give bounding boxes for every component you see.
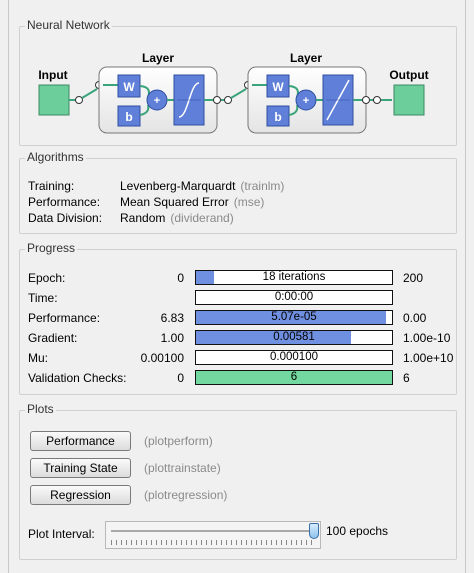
progress-bar: 0.00581 xyxy=(195,330,393,345)
plot-interval-slider[interactable] xyxy=(105,521,321,549)
plot-interval-label: Plot Interval: xyxy=(28,527,95,541)
nntool-window: Neural Network Input Layer W b + Layer W… xyxy=(8,0,466,573)
layer-1-label: Layer xyxy=(142,51,174,65)
svg-text:W: W xyxy=(272,80,284,94)
input-label: Input xyxy=(38,68,67,82)
svg-text:b: b xyxy=(274,110,281,124)
slider-ticks xyxy=(111,540,315,545)
algorithms-title: Algorithms xyxy=(25,150,86,164)
svg-text:W: W xyxy=(123,80,135,94)
network-diagram: Input Layer W b + Layer W b + Output xyxy=(38,51,429,134)
plot-interval-value: 100 epochs xyxy=(326,524,389,538)
progress-bar: 18 iterations xyxy=(195,270,393,285)
input-node xyxy=(38,84,70,116)
algorithm-value: Random (dividerand) xyxy=(120,210,234,226)
output-label: Output xyxy=(389,68,428,82)
progress-bar-text: 0:00:00 xyxy=(274,291,314,303)
plot-function-name: (plottrainstate) xyxy=(144,461,221,475)
plot-training-state-button[interactable]: Training State xyxy=(30,458,131,478)
algorithm-name: Random xyxy=(120,211,166,225)
progress-label: Performance: xyxy=(28,311,101,325)
svg-text:+: + xyxy=(154,95,160,107)
algorithm-label: Performance: xyxy=(28,195,101,209)
slider-thumb[interactable] xyxy=(309,523,319,539)
algorithm-value: Levenberg-Marquardt (trainlm) xyxy=(120,178,284,194)
progress-start-value: 6.83 xyxy=(160,311,184,325)
plot-function-name: (plotregression) xyxy=(144,488,228,502)
progress-start-value: 0.00100 xyxy=(140,351,184,365)
progress-end-value: 200 xyxy=(403,271,424,285)
progress-bar-text: 5.07e-05 xyxy=(271,311,317,323)
neural-network-panel: Neural Network Input Layer W b + Layer W… xyxy=(19,18,457,146)
progress-title: Progress xyxy=(25,241,78,255)
algorithm-label: Data Division: xyxy=(28,211,103,225)
progress-bar-text: 0.000100 xyxy=(270,351,318,363)
svg-text:b: b xyxy=(125,110,132,124)
plot-performance-button[interactable]: Performance xyxy=(30,431,131,451)
progress-end-value: 1.00e+10 xyxy=(403,351,454,365)
progress-bar-text: 6 xyxy=(290,371,298,383)
progress-label: Gradient: xyxy=(28,331,78,345)
svg-text:+: + xyxy=(303,95,309,107)
progress-bar: 0:00:00 xyxy=(195,290,393,305)
progress-label: Time: xyxy=(28,291,58,305)
progress-bar-text: 0.00581 xyxy=(273,331,315,343)
progress-start-value: 0 xyxy=(177,271,184,285)
algorithm-code: (dividerand) xyxy=(170,211,234,225)
plots-panel: Plots Performance (plotperform) Training S… xyxy=(19,402,457,560)
layer-2-label: Layer xyxy=(290,51,322,65)
algorithm-value: Mean Squared Error (mse) xyxy=(120,194,264,210)
progress-end-value: 0.00 xyxy=(403,311,427,325)
output-node xyxy=(393,84,425,116)
algorithm-name: Levenberg-Marquardt xyxy=(120,179,236,193)
algorithms-panel: Algorithms Training: Levenberg-Marquardt (… xyxy=(19,150,457,234)
progress-label: Mu: xyxy=(28,351,49,365)
algorithm-label: Training: xyxy=(28,179,75,193)
progress-bar: 6 xyxy=(195,370,393,385)
progress-end-value: 1.00e-10 xyxy=(403,331,451,345)
progress-bar: 0.000100 xyxy=(195,350,393,365)
algorithm-code: (mse) xyxy=(233,195,265,209)
progress-start-value: 1.00 xyxy=(160,331,184,345)
slider-track xyxy=(111,530,315,532)
algorithm-name: Mean Squared Error xyxy=(120,195,229,209)
progress-label: Validation Checks: xyxy=(28,371,127,385)
progress-end-value: 6 xyxy=(403,371,410,385)
plot-regression-button[interactable]: Regression xyxy=(30,485,131,505)
progress-bar-text: 18 iterations xyxy=(262,271,326,283)
plot-function-name: (plotperform) xyxy=(144,434,213,448)
algorithm-code: (trainlm) xyxy=(240,179,285,193)
plots-title: Plots xyxy=(25,402,56,416)
progress-start-value: 0 xyxy=(177,371,184,385)
progress-bar: 5.07e-05 xyxy=(195,310,393,325)
progress-panel: Progress Epoch: 0 18 iterations 200 Time: 0:0… xyxy=(19,241,457,395)
progress-label: Epoch: xyxy=(28,271,66,285)
